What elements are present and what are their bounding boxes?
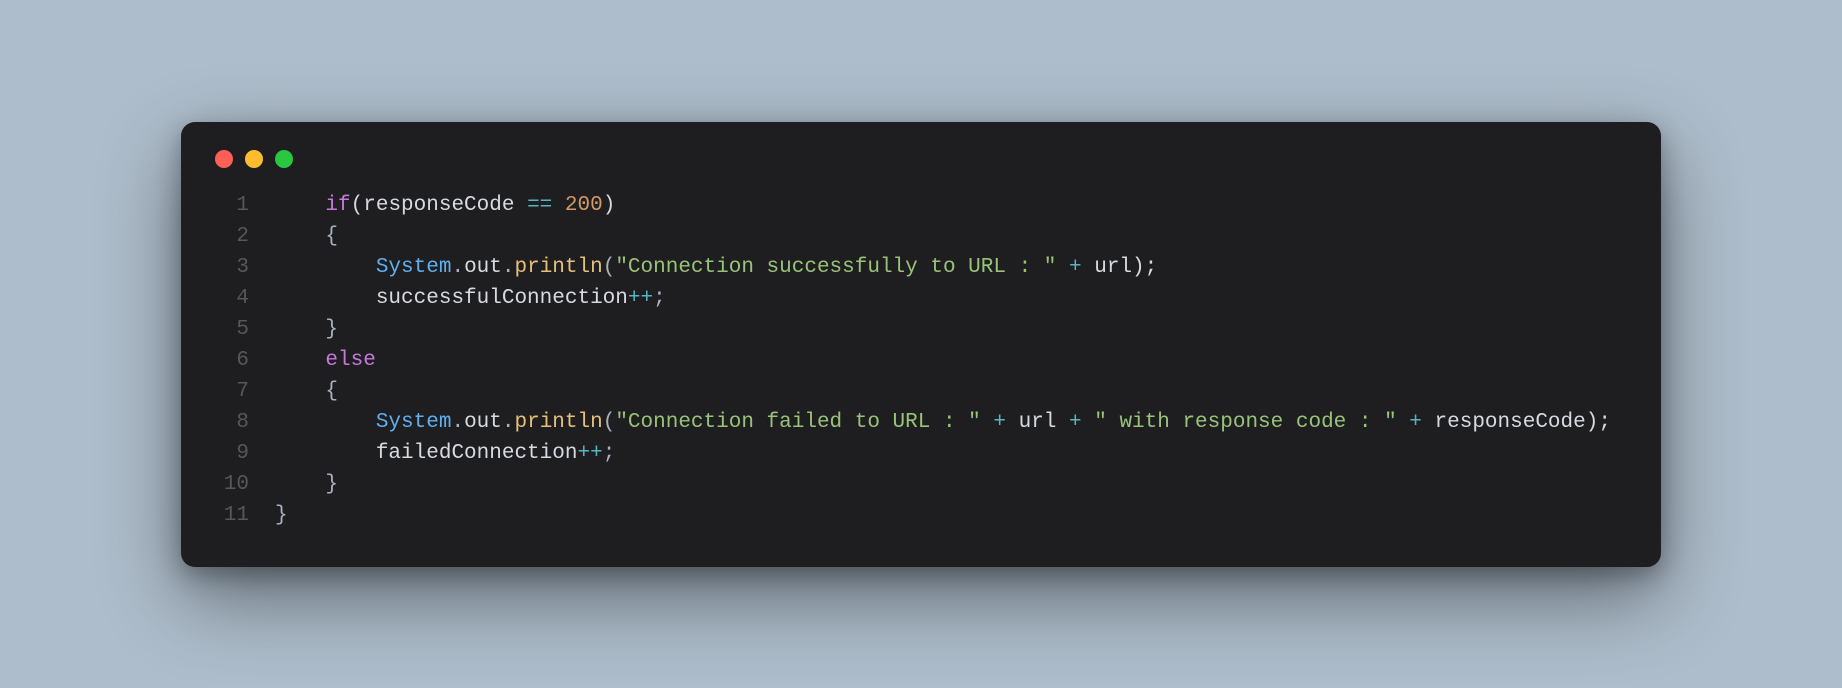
code-line: } (275, 314, 1611, 345)
code-line: successfulConnection++; (275, 283, 1611, 314)
token-op: + (1069, 411, 1082, 434)
token-string: "Connection successfully to URL : " (615, 256, 1056, 279)
code-line: { (275, 376, 1611, 407)
token-punct: } (275, 504, 288, 527)
code-content[interactable]: if(responseCode == 200) { System.out.pri… (275, 190, 1611, 531)
token-method: println (514, 411, 602, 434)
token-punct: ; (653, 287, 666, 310)
code-window: 1234567891011 if(responseCode == 200) { … (181, 122, 1661, 567)
line-number: 10 (209, 469, 249, 500)
line-number: 1 (209, 190, 249, 221)
zoom-icon[interactable] (275, 150, 293, 168)
token-method: println (514, 256, 602, 279)
token-ident (1056, 256, 1069, 279)
token-punct: { (325, 380, 338, 403)
line-number: 6 (209, 345, 249, 376)
token-ident (1082, 411, 1095, 434)
token-ident: url); (1082, 256, 1158, 279)
token-ident: failedConnection (376, 442, 578, 465)
line-number: 5 (209, 314, 249, 345)
traffic-lights (215, 150, 1633, 168)
token-ident: ) (603, 194, 616, 217)
token-op: ++ (577, 442, 602, 465)
code-line: System.out.println("Connection failed to… (275, 407, 1611, 438)
token-string: " with response code : " (1094, 411, 1396, 434)
line-number: 2 (209, 221, 249, 252)
token-ident: url (1006, 411, 1069, 434)
token-ident: responseCode); (1422, 411, 1611, 434)
token-ident (981, 411, 994, 434)
token-op: + (1069, 256, 1082, 279)
code-line: } (275, 500, 1611, 531)
token-op: == (527, 194, 552, 217)
token-punct: { (325, 225, 338, 248)
token-keyword: else (325, 349, 375, 372)
line-number: 4 (209, 283, 249, 314)
line-number: 9 (209, 438, 249, 469)
code-line: { (275, 221, 1611, 252)
code-line: else (275, 345, 1611, 376)
token-ident: out (464, 411, 502, 434)
line-number-gutter: 1234567891011 (209, 190, 275, 531)
token-punct: . (451, 256, 464, 279)
code-line: if(responseCode == 200) (275, 190, 1611, 221)
token-ident (552, 194, 565, 217)
line-number: 3 (209, 252, 249, 283)
token-punct: ; (603, 442, 616, 465)
token-punct: ( (603, 256, 616, 279)
token-class: System (376, 411, 452, 434)
token-ident: successfulConnection (376, 287, 628, 310)
line-number: 8 (209, 407, 249, 438)
code-line: } (275, 469, 1611, 500)
token-ident (1397, 411, 1410, 434)
token-punct: . (502, 256, 515, 279)
code-line: failedConnection++; (275, 438, 1611, 469)
token-punct: } (325, 473, 338, 496)
token-ident: out (464, 256, 502, 279)
token-punct: . (502, 411, 515, 434)
stage: 1234567891011 if(responseCode == 200) { … (0, 0, 1842, 688)
token-op: ++ (628, 287, 653, 310)
token-op: + (993, 411, 1006, 434)
token-ident: (responseCode (351, 194, 527, 217)
token-punct: . (451, 411, 464, 434)
line-number: 11 (209, 500, 249, 531)
token-class: System (376, 256, 452, 279)
token-punct: ( (603, 411, 616, 434)
token-keyword: if (325, 194, 350, 217)
token-punct: } (325, 318, 338, 341)
token-string: "Connection failed to URL : " (615, 411, 980, 434)
token-op: + (1409, 411, 1422, 434)
close-icon[interactable] (215, 150, 233, 168)
token-number: 200 (565, 194, 603, 217)
line-number: 7 (209, 376, 249, 407)
code-line: System.out.println("Connection successfu… (275, 252, 1611, 283)
code-area: 1234567891011 if(responseCode == 200) { … (209, 190, 1633, 531)
minimize-icon[interactable] (245, 150, 263, 168)
